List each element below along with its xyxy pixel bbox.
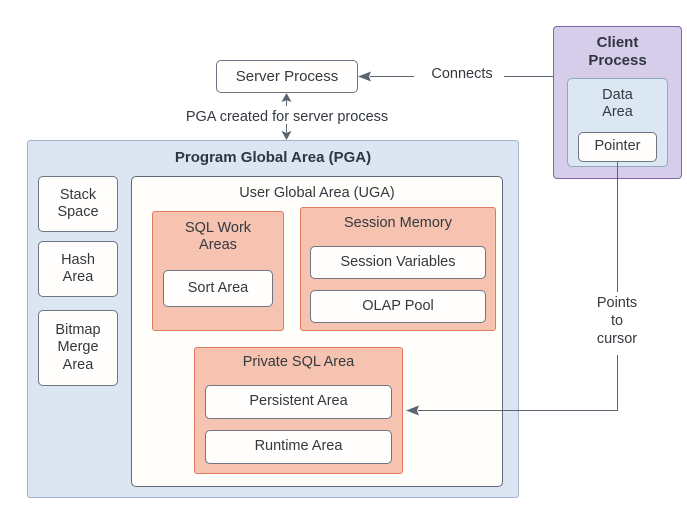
sql-work-areas-title-text: SQL Work Areas	[184, 219, 252, 253]
pointer-box: Pointer	[578, 132, 657, 162]
sort-area-label: Sort Area	[187, 279, 249, 296]
uga-title: User Global Area (UGA)	[239, 185, 395, 202]
connects-line-right	[504, 76, 553, 77]
client-process-title: Client Process	[553, 31, 682, 73]
diagram-canvas: Program Global Area (PGA) Stack Space Ha…	[0, 0, 687, 520]
server-process-box: Server Process	[216, 60, 358, 93]
sql-work-areas-title: SQL Work Areas	[152, 216, 284, 258]
data-area-label: Data Area	[567, 83, 668, 125]
session-variables-box: Session Variables	[310, 246, 486, 279]
hash-area-label: Hash Area	[61, 251, 95, 285]
bitmap-merge-area-label: Bitmap Merge Area	[55, 322, 101, 373]
bitmap-merge-area-box: Bitmap Merge Area	[38, 310, 118, 386]
pga-created-arrowhead-up	[281, 93, 292, 102]
olap-pool-box: OLAP Pool	[310, 290, 486, 323]
pga-created-arrowhead-down	[281, 131, 292, 140]
points-to-cursor-line3: cursor	[596, 331, 638, 348]
pointer-cursor-line-top	[617, 162, 618, 292]
connects-label: Connects	[431, 66, 493, 82]
connects-line-left	[370, 76, 414, 77]
persistent-area-label: Persistent Area	[249, 393, 348, 410]
server-process-label: Server Process	[235, 67, 339, 85]
connects-arrowhead	[358, 71, 371, 82]
runtime-area-label: Runtime Area	[254, 438, 343, 455]
client-process-title-text: Client Process	[588, 34, 647, 69]
points-to-cursor-label: Points to cursor	[577, 294, 657, 348]
session-memory-title: Session Memory	[344, 215, 452, 232]
points-to-cursor-line2: to	[610, 313, 624, 330]
points-to-cursor-line1: Points	[596, 295, 638, 311]
session-variables-label: Session Variables	[340, 253, 456, 270]
pga-created-label: PGA created for server process	[185, 109, 389, 125]
sort-area-box: Sort Area	[163, 270, 273, 307]
hash-area-box: Hash Area	[38, 241, 118, 297]
persistent-area-box: Persistent Area	[205, 385, 392, 419]
pointer-label: Pointer	[594, 138, 641, 155]
olap-pool-label: OLAP Pool	[362, 297, 434, 314]
private-sql-area-title: Private SQL Area	[242, 354, 355, 371]
stack-space-box: Stack Space	[38, 176, 118, 232]
pointer-cursor-line-bottom	[617, 355, 618, 410]
data-area-label-text: Data Area	[602, 86, 633, 120]
stack-space-label: Stack Space	[57, 186, 99, 220]
pointer-cursor-line-horizontal	[418, 410, 618, 411]
pga-title: Program Global Area (PGA)	[174, 149, 372, 167]
runtime-area-box: Runtime Area	[205, 430, 392, 464]
pointer-cursor-arrowhead	[406, 405, 419, 416]
